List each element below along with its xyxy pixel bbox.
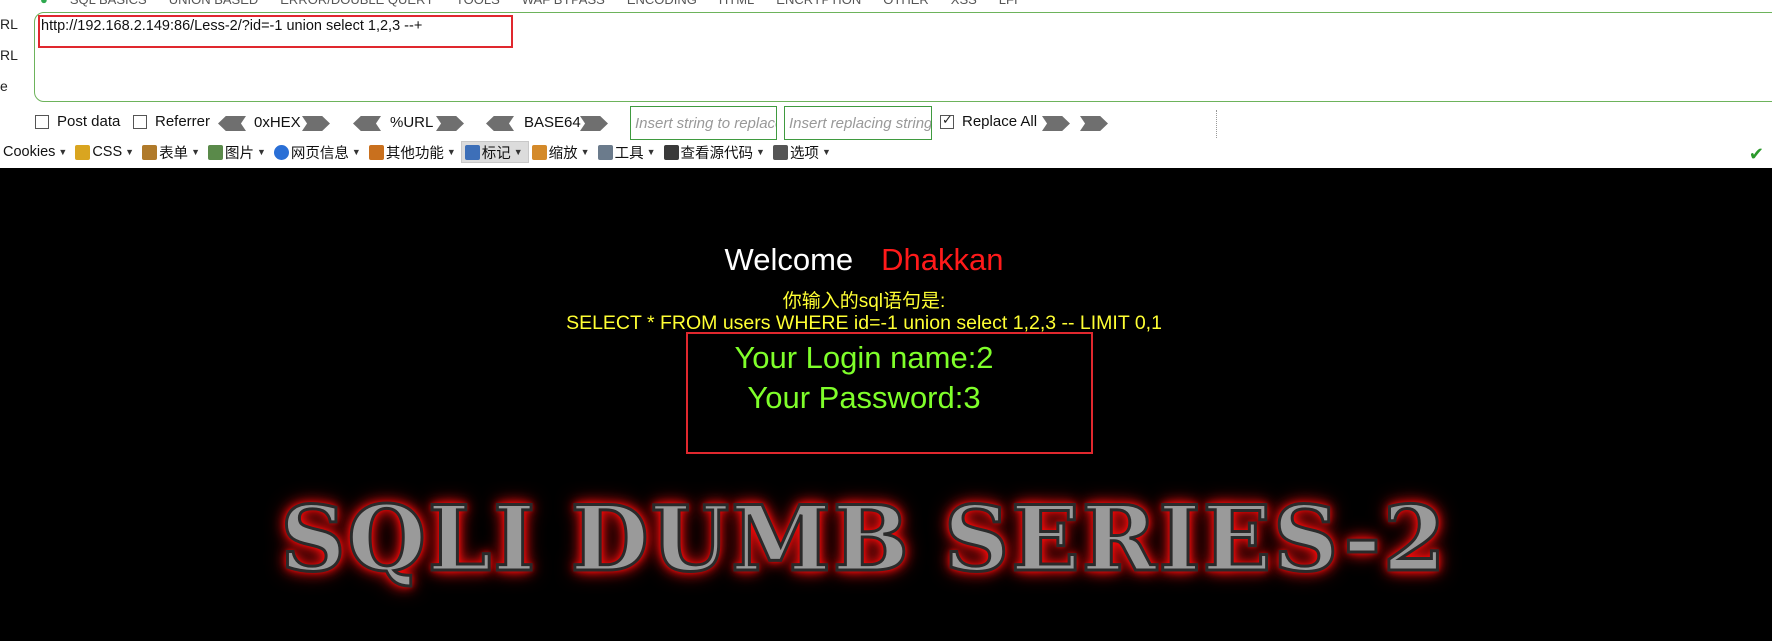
toolbar-item-label: 查看源代码 xyxy=(680,145,754,162)
referrer-box[interactable] xyxy=(133,114,147,129)
chevron-down-icon[interactable]: ▼ xyxy=(822,147,831,157)
top-menu-item[interactable]: LFI xyxy=(999,0,1018,7)
css-wand-icon xyxy=(75,144,91,160)
replace-all-box[interactable] xyxy=(940,112,954,129)
toolbar-item[interactable]: 其他功能 ▼ xyxy=(366,141,461,163)
top-menu-item[interactable]: ERROR/DOUBLE QUERY xyxy=(280,0,434,7)
toolbar-item[interactable]: 标记 ▼ xyxy=(460,141,529,163)
ruler-icon xyxy=(531,144,547,160)
toolbar-item-label: 标记 xyxy=(481,145,511,162)
status-dot-icon: ● xyxy=(40,0,48,7)
chevron-down-icon[interactable]: ▼ xyxy=(514,147,523,157)
url-enc-label: %URL xyxy=(390,114,434,131)
chevron-down-icon[interactable]: ▼ xyxy=(447,147,456,157)
top-menu-item[interactable]: XSS xyxy=(951,0,977,7)
series-banner-logo: SQLI DUMB SERIES-2 xyxy=(279,485,1448,594)
post-data-checkbox[interactable]: Post data xyxy=(35,113,120,130)
url-decode-arrow-icon[interactable] xyxy=(353,116,381,131)
green-check-icon: ✔ xyxy=(1748,144,1764,164)
info-icon xyxy=(273,144,289,160)
toolbar-item-label: 缩放 xyxy=(548,145,578,162)
url-textarea[interactable]: http://192.168.2.149:86/Less-2/?id=-1 un… xyxy=(34,12,1772,102)
chevron-down-icon[interactable]: ▼ xyxy=(58,147,67,157)
toolbar-item-label: Cookies xyxy=(3,144,56,160)
top-menu-item[interactable]: SQL BASICS xyxy=(70,0,147,7)
base64-decode-arrow-icon[interactable] xyxy=(486,116,514,131)
toolbar-item-label: 网页信息 xyxy=(290,145,349,162)
replace-string-input[interactable]: Insert string to replace xyxy=(630,106,777,140)
referrer-checkbox[interactable]: Referrer xyxy=(133,113,210,130)
chevron-down-icon[interactable]: ▼ xyxy=(756,147,765,157)
hex-decode-arrow-icon[interactable] xyxy=(218,116,246,131)
post-data-box[interactable] xyxy=(35,114,49,129)
toolbar-item[interactable]: 网页信息 ▼ xyxy=(271,141,366,163)
hex-label: 0xHEX xyxy=(254,114,301,131)
page-content: Welcome Dhakkan 你输入的sql语句是: SELECT * FROM… xyxy=(0,168,1772,641)
chevron-down-icon[interactable]: ▼ xyxy=(647,147,656,157)
chevron-down-icon[interactable]: ▼ xyxy=(352,147,361,157)
chevron-down-icon[interactable]: ▼ xyxy=(125,147,134,157)
hex-encode-arrow-icon[interactable] xyxy=(302,116,330,131)
toolbar-item-label: 选项 xyxy=(789,145,819,162)
hackbar-side-labels: RL RL e xyxy=(0,14,30,107)
toolbar-item-label: 表单 xyxy=(159,145,189,162)
pencil-icon xyxy=(464,144,480,160)
replace-next-arrow-icon[interactable] xyxy=(1080,116,1108,131)
top-menu-item[interactable]: TOOLS xyxy=(456,0,500,7)
toolbar-item-label: 图片 xyxy=(224,145,254,162)
replace-forward-arrow-icon[interactable] xyxy=(1042,116,1070,131)
url-encode-arrow-icon[interactable] xyxy=(436,116,464,131)
toolbar-item[interactable]: Cookies ▼ xyxy=(0,141,72,163)
side-label-load-url[interactable]: RL xyxy=(0,14,30,45)
toolbar-item-label: 工具 xyxy=(614,145,644,162)
chevron-down-icon[interactable]: ▼ xyxy=(191,147,200,157)
options-icon xyxy=(772,144,788,160)
referrer-label: Referrer xyxy=(155,113,211,130)
web-developer-toolbar: Cookies ▼ CSS ▼ 表单 ▼ 图片 ▼ 网页信息 ▼ 其他功能 ▼ 标记 ▼ 缩放 ▼ 工具 ▼ 查看源… xyxy=(0,140,1772,164)
image-icon xyxy=(207,144,223,160)
url-highlight-box xyxy=(38,15,513,48)
side-label-execute[interactable]: e xyxy=(0,76,30,107)
separator xyxy=(1216,110,1217,138)
replace-all-label: Replace All xyxy=(962,113,1038,130)
top-menu-item[interactable]: HTML xyxy=(719,0,754,7)
toolbar-item[interactable]: 缩放 ▼ xyxy=(529,141,595,163)
toolbar-item[interactable]: CSS ▼ xyxy=(72,141,139,163)
base64-label: BASE64 xyxy=(524,114,581,131)
replacing-string-input[interactable]: Insert replacing string xyxy=(784,106,932,140)
side-label-split-url[interactable]: RL xyxy=(0,45,30,76)
toolbar-item[interactable]: 工具 ▼ xyxy=(595,141,661,163)
hackbar-top-menu: ● SQL BASICS UNION BASED ERROR/DOUBLE QUER… xyxy=(40,0,1018,7)
source-code-icon xyxy=(663,144,679,160)
post-data-label: Post data xyxy=(57,113,121,130)
top-menu-item[interactable]: ENCODING xyxy=(627,0,697,7)
top-menu-item[interactable]: ENCRYPTION xyxy=(776,0,861,7)
toolbar-item-label: 其他功能 xyxy=(385,145,444,162)
toolbar-item[interactable]: 图片 ▼ xyxy=(205,141,271,163)
tools-icon xyxy=(597,144,613,160)
hackbar-options-row: Post data Referrer 0xHEX %URL BASE64 Ins… xyxy=(0,106,1772,140)
chevron-down-icon[interactable]: ▼ xyxy=(581,147,590,157)
base64-encode-arrow-icon[interactable] xyxy=(580,116,608,131)
top-menu-item[interactable]: WAF BYPASS xyxy=(522,0,605,7)
book-icon xyxy=(368,144,384,160)
chevron-down-icon[interactable]: ▼ xyxy=(257,147,266,157)
top-menu-item[interactable]: OTHER xyxy=(883,0,929,7)
hackbar-panel: ● SQL BASICS UNION BASED ERROR/DOUBLE QUER… xyxy=(0,0,1772,168)
login-name-text: Your Login name:2 xyxy=(734,340,994,375)
toolbar-item[interactable]: 表单 ▼ xyxy=(139,141,205,163)
welcome-line: Welcome Dhakkan xyxy=(0,242,1728,278)
toolbar-item[interactable]: 选项 ▼ xyxy=(770,141,836,163)
password-text: Your Password:3 xyxy=(747,380,981,415)
replace-all-checkbox[interactable]: Replace All xyxy=(940,112,1038,130)
toolbar-item[interactable]: 查看源代码 ▼ xyxy=(661,141,770,163)
toolbar-item-label: CSS xyxy=(92,144,123,160)
sql-statement-label: 你输入的sql语句是: xyxy=(782,291,946,312)
form-clipboard-icon xyxy=(142,144,158,160)
welcome-name: Dhakkan xyxy=(881,242,1004,277)
welcome-label: Welcome xyxy=(724,242,854,277)
top-menu-item[interactable]: UNION BASED xyxy=(169,0,259,7)
